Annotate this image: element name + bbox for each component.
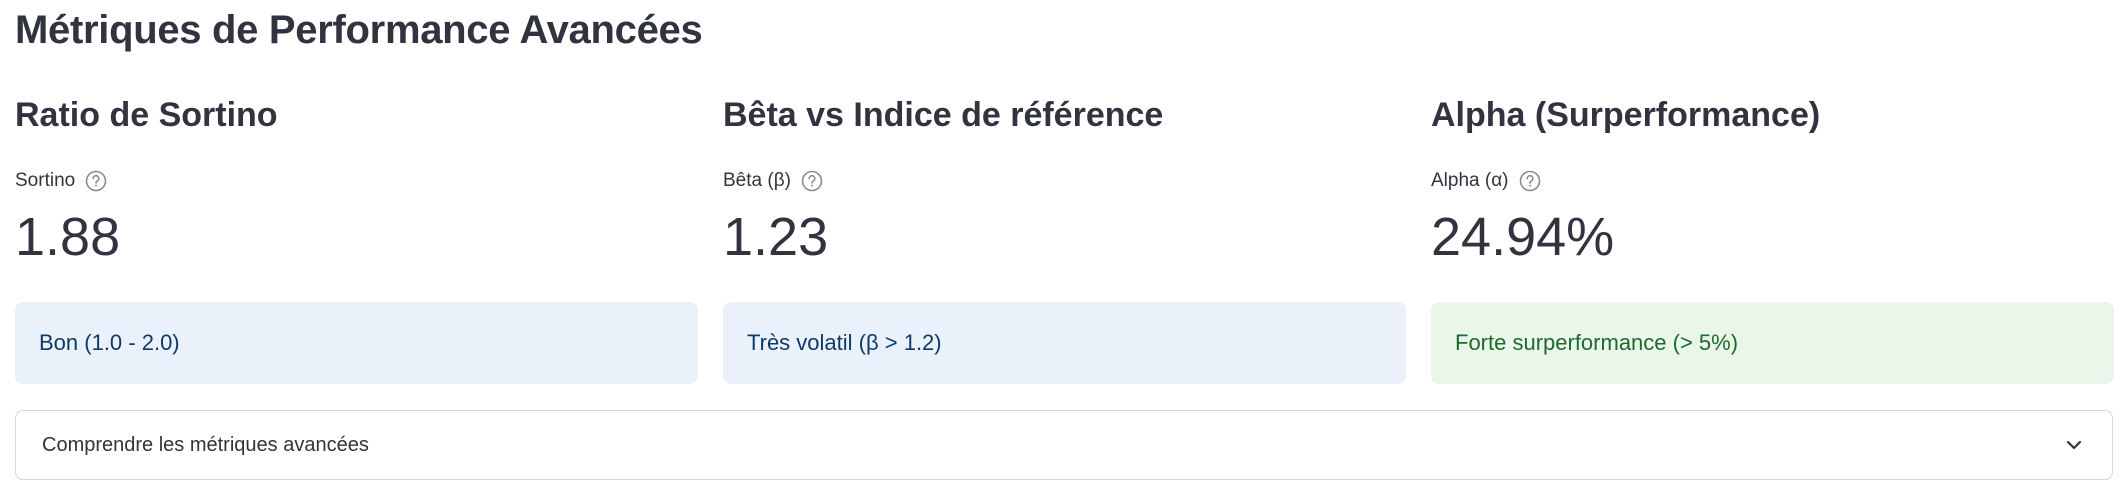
expander-advanced-metrics[interactable]: Comprendre les métriques avancées — [15, 410, 2113, 480]
metric-value-alpha: 24.94% — [1431, 207, 1615, 267]
alert-text: Bon (1.0 - 2.0) — [39, 330, 180, 355]
chevron-down-icon — [2066, 440, 2082, 450]
section-title-alpha: Alpha (Surperformance) — [1431, 96, 1821, 134]
question-circle-icon[interactable] — [85, 170, 107, 192]
metrics-panel: Métriques de Performance Avancées Ratio … — [0, 0, 2128, 496]
metric-label-text: Alpha (α) — [1431, 170, 1509, 191]
alert-text: Très volatil (β > 1.2) — [747, 330, 942, 355]
metric-label-alpha: Alpha (α) — [1431, 170, 1541, 192]
alert-success-alpha: Forte surperformance (> 5%) — [1431, 302, 2114, 384]
section-title-sortino: Ratio de Sortino — [15, 96, 278, 134]
metric-value-beta: 1.23 — [723, 207, 829, 267]
section-title-beta: Bêta vs Indice de référence — [723, 96, 1164, 134]
alert-info-sortino: Bon (1.0 - 2.0) — [15, 302, 698, 384]
metric-label-text: Sortino — [15, 170, 76, 191]
question-circle-icon[interactable] — [801, 170, 823, 192]
metric-label-beta: Bêta (β) — [723, 170, 823, 192]
metric-label-text: Bêta (β) — [723, 170, 791, 191]
alert-info-beta: Très volatil (β > 1.2) — [723, 302, 1406, 384]
metric-label-sortino: Sortino — [15, 170, 107, 192]
question-circle-icon[interactable] — [1519, 170, 1541, 192]
metric-value-sortino: 1.88 — [15, 207, 121, 267]
expander-label: Comprendre les métriques avancées — [42, 433, 369, 456]
page-title: Métriques de Performance Avancées — [15, 8, 703, 52]
alert-text: Forte surperformance (> 5%) — [1455, 330, 1739, 355]
